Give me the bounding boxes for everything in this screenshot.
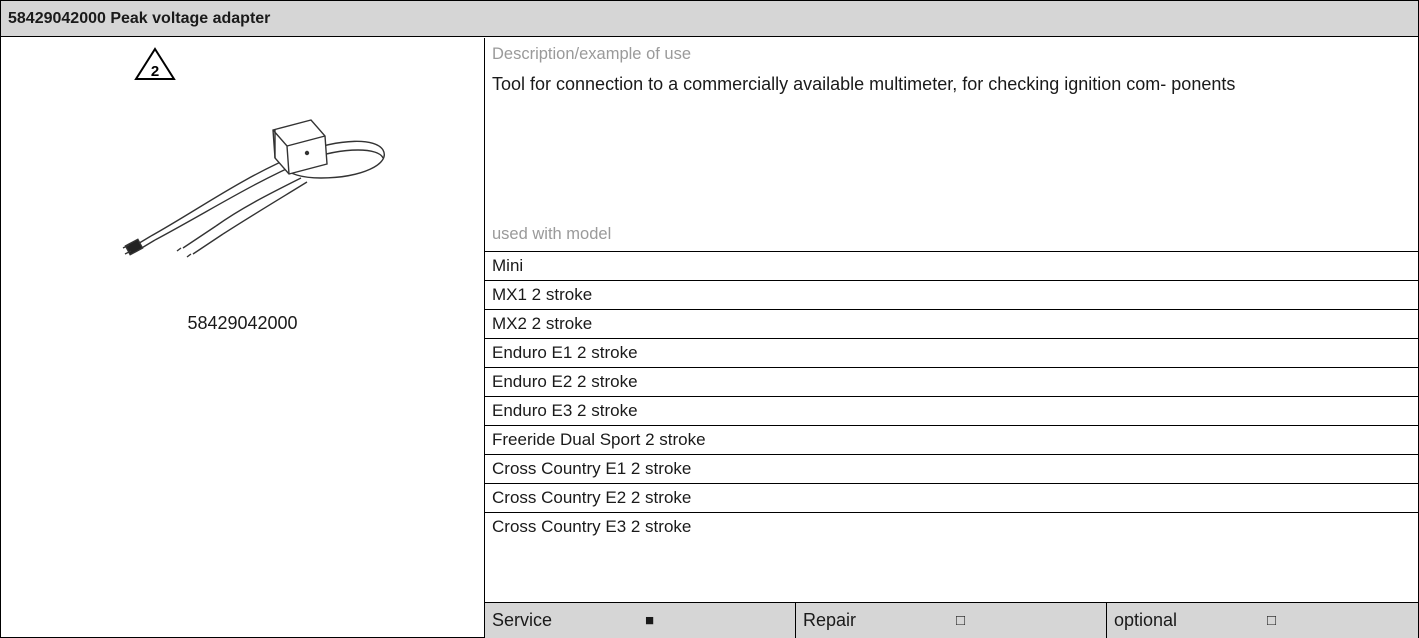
category-label: Service — [492, 610, 553, 630]
model-item: Enduro E1 2 stroke — [485, 338, 1418, 367]
model-item: Enduro E2 2 stroke — [485, 367, 1418, 396]
model-item: MX2 2 stroke — [485, 309, 1418, 338]
peak-voltage-adapter-image — [122, 119, 385, 258]
category-label: Repair — [803, 610, 857, 630]
warning-triangle-icon: 2 — [134, 47, 176, 80]
models-label: used with model — [492, 225, 612, 243]
filled-checkbox-icon: ■ — [645, 612, 655, 629]
model-item: Cross Country E1 2 stroke — [485, 454, 1418, 483]
part-number-label: 58429042000 — [187, 313, 298, 333]
category-repair: Repair □ — [796, 603, 1107, 638]
model-item: Cross Country E2 2 stroke — [485, 483, 1418, 512]
image-panel: 2 58429042000 — [1, 38, 485, 637]
model-item: Enduro E3 2 stroke — [485, 396, 1418, 425]
tool-sheet: 58429042000 Peak voltage adapter 2 58429… — [0, 0, 1419, 638]
empty-checkbox-icon: □ — [956, 612, 966, 629]
model-list: Mini MX1 2 stroke MX2 2 stroke Enduro E1… — [485, 251, 1418, 541]
model-item: Cross Country E3 2 stroke — [485, 512, 1418, 541]
description-text: Tool for connection to a commercially av… — [492, 74, 1236, 94]
description-label: Description/example of use — [492, 45, 692, 63]
empty-checkbox-icon: □ — [1267, 612, 1277, 629]
sheet-title: 58429042000 Peak voltage adapter — [1, 1, 1418, 37]
model-item: MX1 2 stroke — [485, 280, 1418, 309]
category-label: optional — [1114, 610, 1178, 630]
model-item: Mini — [485, 251, 1418, 280]
category-optional: optional □ — [1107, 603, 1418, 638]
warning-number: 2 — [151, 63, 159, 80]
model-item: Freeride Dual Sport 2 stroke — [485, 425, 1418, 454]
category-service: Service ■ — [485, 603, 796, 638]
category-row: Service ■ Repair □ optional □ — [485, 602, 1418, 638]
details-panel: Description/example of use Tool for conn… — [485, 38, 1418, 638]
